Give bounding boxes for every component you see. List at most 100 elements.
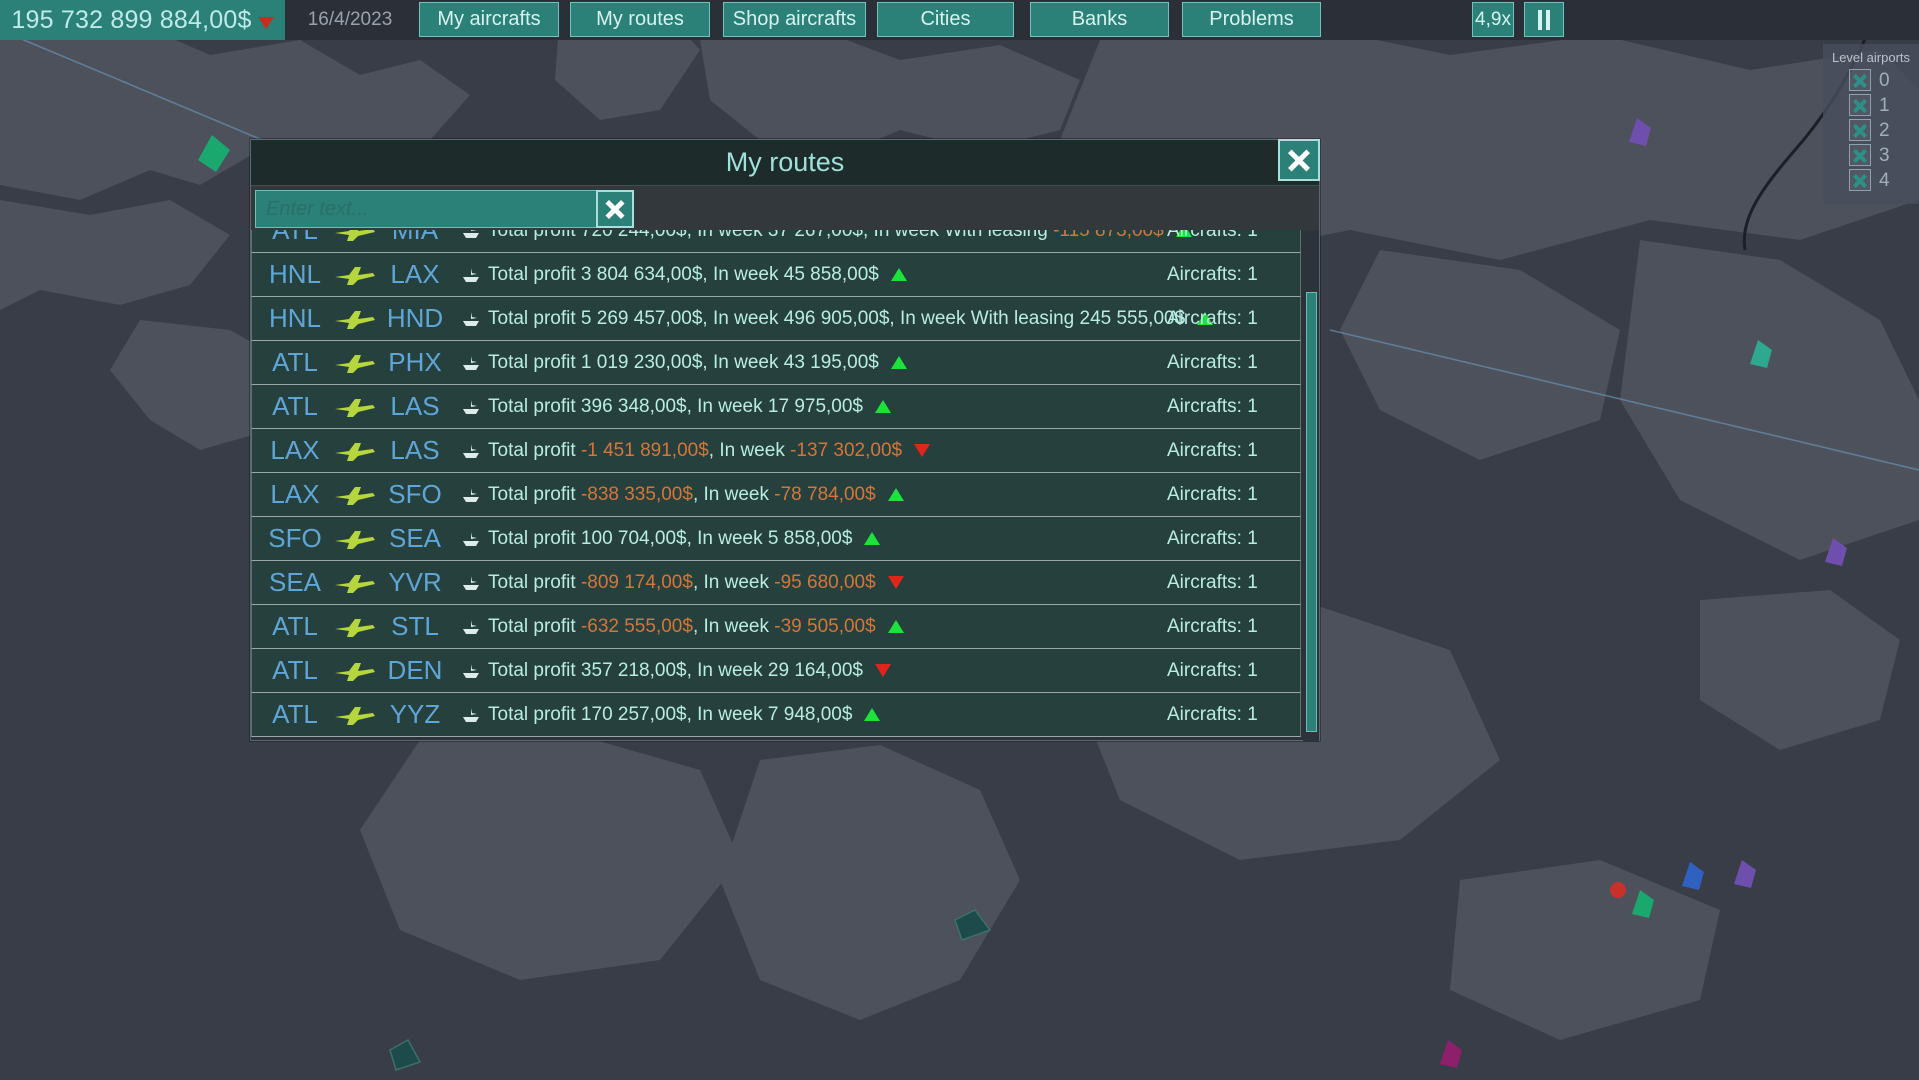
route-row[interactable]: LAXLASTotal profit -1 451 891,00$, In we… [251,429,1301,473]
airplane-icon [328,308,382,330]
airplane-icon [328,572,382,594]
route-aircraft-count: Aircrafts: 1 [1167,572,1258,594]
route-destination-code: STL [382,611,448,642]
level-airport-row-0[interactable]: 0 [1849,69,1911,91]
seaplane-icon [462,230,480,239]
seaplane-icon [462,355,480,371]
x-mark-icon[interactable] [1849,169,1871,191]
route-profit-text: Total profit 1 019 230,00$, In week 43 1… [488,352,879,374]
seaplane-icon [462,531,480,547]
nav-button-label: Cities [920,8,970,31]
route-origin-code: ATL [262,230,328,246]
airplane-icon [328,264,382,286]
nav-button-cities[interactable]: Cities [877,2,1014,37]
route-row[interactable]: LAXSFOTotal profit -838 335,00$, In week… [251,473,1301,517]
dialog-close-button[interactable] [1278,139,1320,181]
seaplane-icon [462,399,480,415]
level-airports-title: Level airports [1831,50,1911,65]
route-row[interactable]: ATLPHXTotal profit 1 019 230,00$, In wee… [251,341,1301,385]
x-mark-icon[interactable] [1849,69,1871,91]
route-profit-text: Total profit 357 218,00$, In week 29 164… [488,660,863,682]
trend-down-icon [888,576,904,589]
pause-button[interactable] [1524,2,1564,37]
nav-button-shop-aircrafts[interactable]: Shop aircrafts [723,2,866,37]
route-origin-code: ATL [262,391,328,422]
route-destination-code: HND [382,303,448,334]
level-airport-row-1[interactable]: 1 [1849,94,1911,116]
level-airport-row-3[interactable]: 3 [1849,144,1911,166]
route-origin-code: SFO [262,523,328,554]
route-destination-code: LAS [382,435,448,466]
trend-up-icon [891,268,907,281]
x-mark-icon[interactable] [1849,144,1871,166]
game-date: 16/4/2023 [285,0,415,40]
nav-button-my-aircrafts[interactable]: My aircrafts [419,2,559,37]
level-airport-label: 2 [1879,121,1890,140]
route-row[interactable]: HNLLAXTotal profit 3 804 634,00$, In wee… [251,253,1301,297]
route-aircraft-count: Aircrafts: 1 [1167,660,1258,682]
search-clear-button[interactable] [596,190,634,228]
route-row[interactable]: SFOSEATotal profit 100 704,00$, In week … [251,517,1301,561]
search-input[interactable] [256,191,596,227]
route-origin-code: SEA [262,567,328,598]
nav-button-my-routes[interactable]: My routes [570,2,710,37]
level-airport-row-2[interactable]: 2 [1849,119,1911,141]
airplane-icon [328,528,382,550]
nav-button-banks[interactable]: Banks [1030,2,1169,37]
trend-up-icon [864,708,880,721]
airplane-icon [328,230,382,242]
game-screen: 195 732 899 884,00$ 16/4/2023 My aircraf… [0,0,1919,1080]
trend-up-icon [888,488,904,501]
route-row[interactable]: HNLHNDTotal profit 5 269 457,00$, In wee… [251,297,1301,341]
airplane-icon [328,396,382,418]
airplane-icon [328,704,382,726]
route-aircraft-count: Aircrafts: 1 [1167,528,1258,550]
route-destination-code: SEA [382,523,448,554]
route-destination-code: SFO [382,479,448,510]
route-origin-code: ATL [262,347,328,378]
seaplane-icon [462,619,480,635]
route-profit-text: Total profit 5 269 457,00$, In week 496 … [488,308,1185,330]
nav-button-label: Problems [1209,8,1293,31]
nav-button-label: My routes [596,8,684,31]
trend-up-icon [888,620,904,633]
route-row[interactable]: ATLLASTotal profit 396 348,00$, In week … [251,385,1301,429]
routes-scrollbar-track[interactable] [1303,230,1319,742]
airplane-icon [328,616,382,638]
nav-button-label: Banks [1072,8,1128,31]
level-airport-row-4[interactable]: 4 [1849,169,1911,191]
route-aircraft-count: Aircrafts: 1 [1167,352,1258,374]
x-mark-icon[interactable] [1849,94,1871,116]
airplane-icon [328,484,382,506]
dialog-header: My routes [251,140,1319,186]
airplane-icon [328,440,382,462]
route-aircraft-count: Aircrafts: 1 [1167,704,1258,726]
routes-scrollbar-thumb[interactable] [1306,292,1317,732]
nav-button-problems[interactable]: Problems [1182,2,1321,37]
route-profit-text: Total profit 3 804 634,00$, In week 45 8… [488,264,879,286]
money-balance[interactable]: 195 732 899 884,00$ [0,0,285,40]
game-speed-button[interactable]: 4,9x [1472,2,1514,37]
trend-up-icon [891,356,907,369]
trend-down-icon [914,444,930,457]
airplane-icon [328,660,382,682]
route-origin-code: LAX [262,435,328,466]
route-row[interactable]: SEAYVRTotal profit -809 174,00$, In week… [251,561,1301,605]
x-mark-icon[interactable] [1849,119,1871,141]
routes-list: ATLMIATotal profit 720 244,00$, In week … [251,230,1301,737]
route-destination-code: LAS [382,391,448,422]
level-airports-panel: Level airports 0 1 2 3 4 [1823,44,1919,204]
route-row[interactable]: ATLSTLTotal profit -632 555,00$, In week… [251,605,1301,649]
route-aircraft-count: Aircrafts: 1 [1167,230,1258,242]
level-airport-label: 4 [1879,171,1890,190]
route-origin-code: LAX [262,479,328,510]
nav-button-label: Shop aircrafts [733,8,856,31]
route-origin-code: ATL [262,611,328,642]
route-row[interactable]: ATLMIATotal profit 720 244,00$, In week … [251,230,1301,253]
route-row[interactable]: ATLYYZTotal profit 170 257,00$, In week … [251,693,1301,737]
my-routes-dialog: My routes ATLMIATotal profit 720 244,00$… [250,139,1320,741]
routes-list-viewport: ATLMIATotal profit 720 244,00$, In week … [251,230,1319,742]
route-destination-code: YYZ [382,699,448,730]
route-row[interactable]: ATLDENTotal profit 357 218,00$, In week … [251,649,1301,693]
level-airport-label: 3 [1879,146,1890,165]
